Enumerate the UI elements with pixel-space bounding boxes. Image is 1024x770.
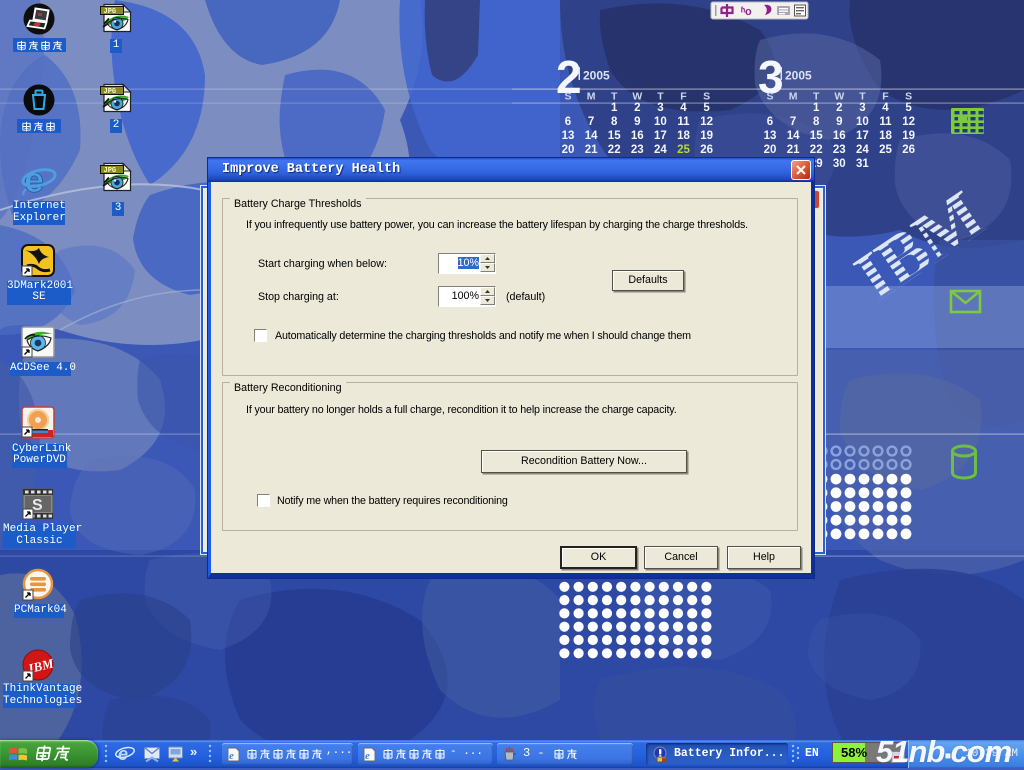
svg-text:T: T	[859, 91, 866, 103]
svg-text:e: e	[229, 750, 234, 762]
svg-text:3: 3	[657, 102, 663, 114]
svg-text:7: 7	[790, 116, 796, 128]
svg-text:10: 10	[856, 116, 869, 128]
svg-text:25: 25	[879, 144, 892, 156]
svg-text:S: S	[564, 91, 571, 103]
svg-text:15: 15	[608, 130, 621, 142]
svg-text:S: S	[905, 91, 912, 103]
svg-text:4: 4	[882, 102, 889, 114]
svg-text:6: 6	[565, 116, 571, 128]
svg-text:22: 22	[810, 144, 823, 156]
svg-text:3: 3	[859, 102, 865, 114]
svg-text:11: 11	[677, 116, 690, 128]
svg-text:17: 17	[654, 130, 667, 142]
svg-text:8: 8	[611, 116, 618, 128]
svg-text:T: T	[611, 91, 618, 103]
svg-text:T: T	[813, 91, 820, 103]
svg-text:9: 9	[836, 116, 842, 128]
svg-text:e: e	[365, 750, 370, 762]
svg-text:11: 11	[879, 116, 892, 128]
svg-text:M: M	[789, 91, 798, 103]
svg-text:24: 24	[856, 144, 869, 156]
svg-text:8: 8	[813, 116, 820, 128]
svg-text:21: 21	[787, 144, 800, 156]
svg-text:12: 12	[700, 116, 713, 128]
svg-text:F: F	[882, 91, 889, 103]
svg-text:19: 19	[902, 130, 915, 142]
svg-text:14: 14	[787, 130, 800, 142]
svg-text:9: 9	[634, 116, 640, 128]
svg-text:5: 5	[703, 102, 710, 114]
svg-text:JPG: JPG	[104, 8, 117, 16]
svg-text:S: S	[766, 91, 773, 103]
svg-text:e: e	[24, 161, 44, 198]
svg-text:30: 30	[833, 158, 846, 170]
svg-text:F: F	[680, 91, 687, 103]
svg-text:18: 18	[879, 130, 892, 142]
svg-text:26: 26	[700, 144, 713, 156]
svg-text:JPG: JPG	[104, 167, 117, 175]
svg-text:2005: 2005	[583, 69, 610, 83]
svg-text:25: 25	[677, 144, 690, 156]
svg-text:1: 1	[813, 102, 820, 114]
svg-text:16: 16	[833, 130, 846, 142]
svg-text:12: 12	[902, 116, 915, 128]
svg-text:2: 2	[634, 102, 640, 114]
svg-text:1: 1	[611, 102, 618, 114]
svg-text:26: 26	[902, 144, 915, 156]
svg-text:13: 13	[764, 130, 777, 142]
svg-text:M: M	[587, 91, 596, 103]
svg-text:24: 24	[654, 144, 667, 156]
svg-text:21: 21	[585, 144, 598, 156]
svg-text:W: W	[632, 91, 642, 103]
svg-text:22: 22	[608, 144, 621, 156]
svg-text:18: 18	[677, 130, 690, 142]
svg-text:16: 16	[631, 130, 644, 142]
svg-text:2005: 2005	[785, 69, 812, 83]
svg-text:7: 7	[588, 116, 594, 128]
svg-text:31: 31	[856, 158, 869, 170]
svg-text:ʱo: ʱo	[741, 6, 752, 18]
svg-text:»: »	[190, 744, 197, 759]
svg-text:23: 23	[833, 144, 846, 156]
svg-text:4: 4	[680, 102, 687, 114]
svg-text:T: T	[657, 91, 664, 103]
svg-text:19: 19	[700, 130, 713, 142]
svg-text:W: W	[834, 91, 844, 103]
svg-text:S: S	[703, 91, 710, 103]
svg-text:5: 5	[905, 102, 912, 114]
svg-text:20: 20	[764, 144, 777, 156]
svg-text:S: S	[32, 497, 43, 514]
svg-text:17: 17	[856, 130, 869, 142]
svg-text:2: 2	[836, 102, 842, 114]
svg-text:JPG: JPG	[104, 88, 117, 96]
svg-text:6: 6	[767, 116, 773, 128]
svg-text:15: 15	[810, 130, 823, 142]
svg-text:10: 10	[654, 116, 667, 128]
svg-text:14: 14	[585, 130, 598, 142]
svg-text:20: 20	[562, 144, 575, 156]
svg-text:23: 23	[631, 144, 644, 156]
svg-text:13: 13	[562, 130, 575, 142]
